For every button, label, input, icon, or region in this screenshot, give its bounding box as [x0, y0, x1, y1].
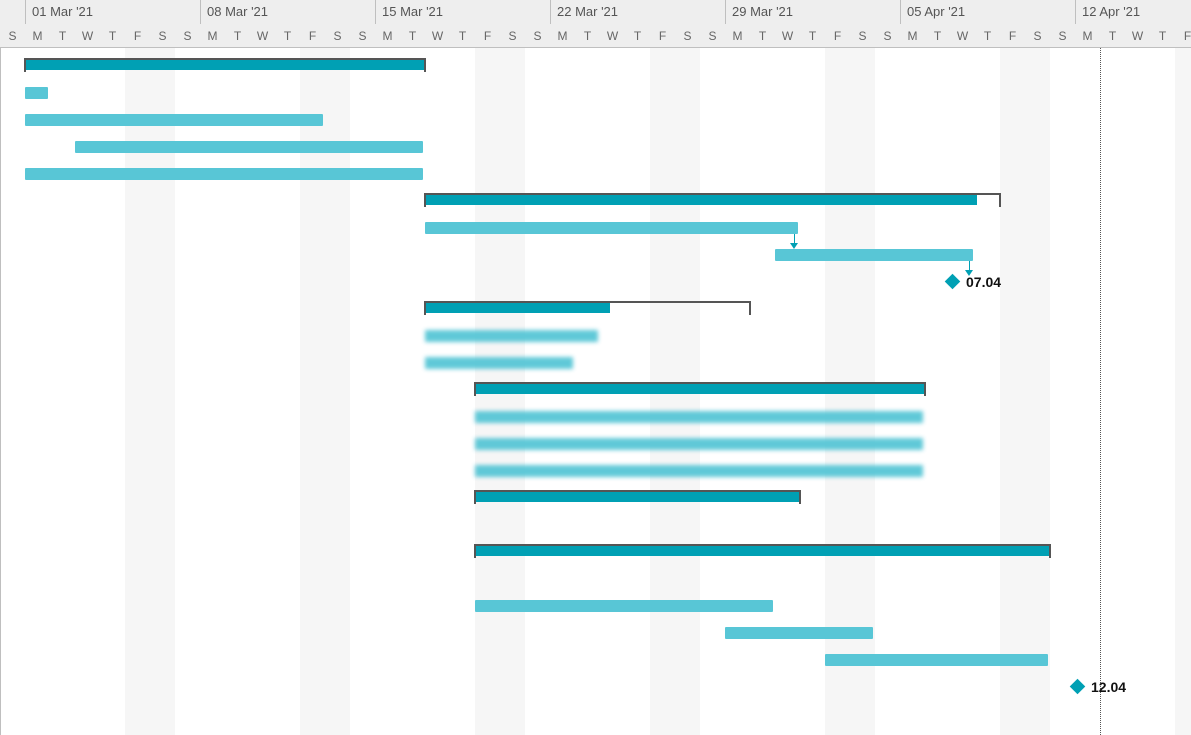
day-letter: T: [1100, 24, 1125, 48]
day-letter: S: [525, 24, 550, 48]
day-letter: W: [425, 24, 450, 48]
summary-bar[interactable]: [25, 60, 425, 70]
day-letter: W: [75, 24, 100, 48]
day-letter: T: [275, 24, 300, 48]
today-marker: [1100, 48, 1101, 735]
summary-bar[interactable]: [475, 546, 1050, 556]
day-letter: T: [450, 24, 475, 48]
day-letter: S: [1025, 24, 1050, 48]
day-letter: S: [850, 24, 875, 48]
day-letter: W: [600, 24, 625, 48]
day-letter: T: [975, 24, 1000, 48]
summary-bar[interactable]: [475, 384, 925, 394]
gantt-chart[interactable]: 01 Mar '21 08 Mar '21 15 Mar '21 22 Mar '21…: [0, 0, 1191, 735]
task-bar[interactable]: [25, 168, 423, 180]
task-bar[interactable]: [475, 465, 923, 477]
day-letter: M: [25, 24, 50, 48]
task-bar[interactable]: [25, 114, 323, 126]
day-letter: T: [225, 24, 250, 48]
day-letter: T: [1150, 24, 1175, 48]
task-bar[interactable]: [75, 141, 423, 153]
week-label: 12 Apr '21: [1075, 0, 1140, 24]
day-letter: S: [325, 24, 350, 48]
task-bar[interactable]: [25, 87, 48, 99]
summary-bar[interactable]: [425, 303, 750, 313]
day-letter: M: [900, 24, 925, 48]
day-letter: T: [925, 24, 950, 48]
day-letter: T: [575, 24, 600, 48]
day-letter: M: [200, 24, 225, 48]
day-letter: M: [725, 24, 750, 48]
task-bar[interactable]: [425, 330, 598, 342]
day-letter: F: [650, 24, 675, 48]
day-letter: S: [500, 24, 525, 48]
day-letter: S: [150, 24, 175, 48]
week-label: 05 Apr '21: [900, 0, 965, 24]
day-letter: F: [475, 24, 500, 48]
day-letter: S: [675, 24, 700, 48]
day-letter: W: [1125, 24, 1150, 48]
day-letter: F: [125, 24, 150, 48]
week-label: 01 Mar '21: [25, 0, 93, 24]
milestone-label: 12.04: [1091, 679, 1126, 695]
day-letter: W: [950, 24, 975, 48]
day-letter: T: [800, 24, 825, 48]
timeline-header: 01 Mar '21 08 Mar '21 15 Mar '21 22 Mar '21…: [0, 0, 1191, 48]
week-label: 15 Mar '21: [375, 0, 443, 24]
day-letter: S: [875, 24, 900, 48]
summary-bar[interactable]: [425, 195, 1000, 205]
task-bar[interactable]: [725, 627, 873, 639]
week-label: 08 Mar '21: [200, 0, 268, 24]
day-letter: M: [375, 24, 400, 48]
task-bar[interactable]: [425, 222, 798, 234]
task-bar[interactable]: [475, 438, 923, 450]
milestone-icon[interactable]: [1070, 679, 1086, 695]
task-bar[interactable]: [425, 357, 573, 369]
day-letter: F: [300, 24, 325, 48]
task-bar[interactable]: [475, 411, 923, 423]
gantt-body[interactable]: 07.04 12.04: [0, 48, 1191, 735]
dependency-arrow: [794, 234, 802, 249]
summary-bar[interactable]: [475, 492, 800, 502]
task-bar[interactable]: [825, 654, 1048, 666]
day-letter: F: [1000, 24, 1025, 48]
day-letter: T: [400, 24, 425, 48]
day-letter: T: [625, 24, 650, 48]
day-letter: S: [700, 24, 725, 48]
task-bar[interactable]: [475, 600, 773, 612]
week-label: 22 Mar '21: [550, 0, 618, 24]
day-letter: T: [750, 24, 775, 48]
day-letter: M: [550, 24, 575, 48]
day-letter: M: [1075, 24, 1100, 48]
week-label: 29 Mar '21: [725, 0, 793, 24]
day-letter: W: [775, 24, 800, 48]
day-letter: T: [100, 24, 125, 48]
day-letter: S: [350, 24, 375, 48]
weekend-band: [1000, 48, 1050, 735]
milestone-icon[interactable]: [945, 274, 961, 290]
day-letter: S: [0, 24, 25, 48]
day-letter: S: [1050, 24, 1075, 48]
day-letter: S: [175, 24, 200, 48]
day-letter: T: [50, 24, 75, 48]
day-letter: F: [1175, 24, 1191, 48]
day-letter: F: [825, 24, 850, 48]
task-bar[interactable]: [775, 249, 973, 261]
day-letter: W: [250, 24, 275, 48]
weekend-band: [1175, 48, 1191, 735]
milestone-label: 07.04: [966, 274, 1001, 290]
